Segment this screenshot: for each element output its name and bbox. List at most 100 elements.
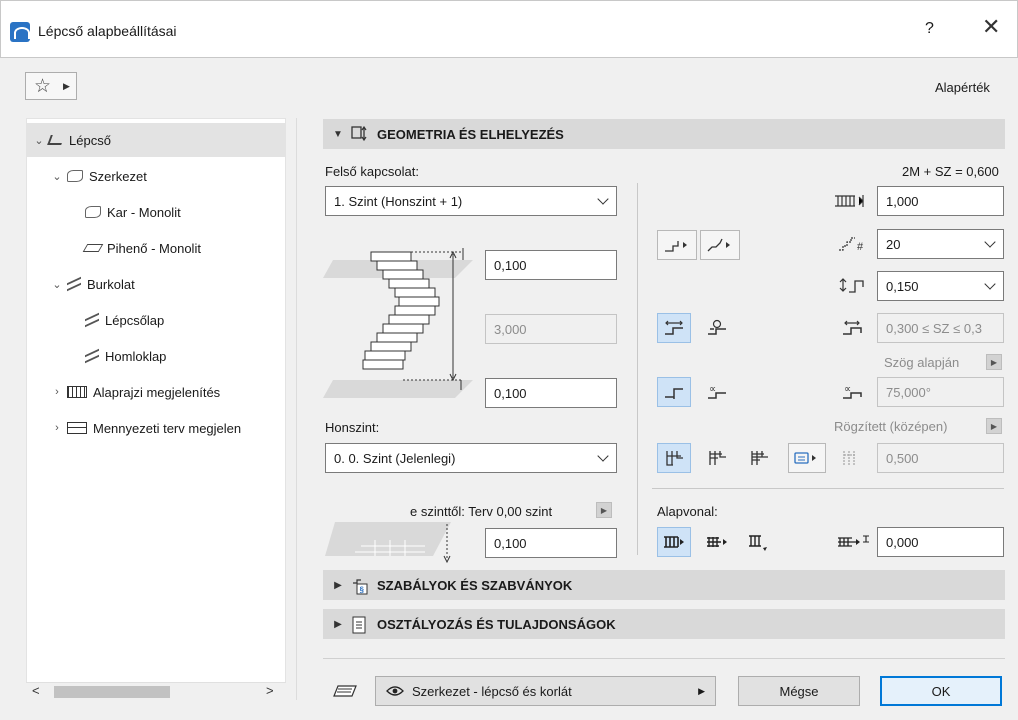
angle-basis-menu-button[interactable]: ▶ xyxy=(986,354,1002,370)
lock-angle-button[interactable] xyxy=(700,313,734,343)
ok-button[interactable]: OK xyxy=(880,676,1002,706)
rules-section-header[interactable]: ▶ § SZABÁLYOK ÉS SZABVÁNYOK xyxy=(323,570,1005,600)
angle-basis-label: Szög alapján xyxy=(884,355,960,370)
svg-text:#: # xyxy=(857,241,864,253)
layer-select-button[interactable]: Szerkezet - lépcső és korlát ▶ xyxy=(375,676,716,706)
stair-type-button[interactable] xyxy=(657,230,697,260)
tree-item-flight[interactable]: Kar - Monolit xyxy=(27,195,285,229)
fixed-going-button[interactable] xyxy=(657,377,691,407)
svg-text:§: § xyxy=(360,586,365,595)
triangle-right-icon: ▶ xyxy=(63,81,70,91)
select-value: 20 xyxy=(886,236,901,252)
chevron-down-icon xyxy=(597,193,609,205)
tree-item-label: Alaprajzi megjelenítés xyxy=(93,384,221,400)
flight-icon xyxy=(85,206,101,218)
fixed-center-label: Rögzített (középen) xyxy=(834,419,948,434)
top-offset-input[interactable]: 0,100 xyxy=(485,250,617,280)
document-icon xyxy=(351,616,369,634)
default-label: Alapérték xyxy=(935,80,990,95)
angle-icon: ∝ xyxy=(832,377,872,407)
tread-depth-input: 0,300 ≤ SZ ≤ 0,3 xyxy=(877,313,1004,343)
fixed-angle-button[interactable]: ∝ xyxy=(700,377,734,407)
scroll-thumb[interactable] xyxy=(54,686,170,698)
baseline-label: Alapvonal: xyxy=(657,504,718,519)
tree-item-structure[interactable]: ⌄ Szerkezet xyxy=(27,159,285,193)
star-icon: ☆ xyxy=(34,76,52,97)
tree-item-label: Burkolat xyxy=(87,276,135,292)
baseline-divider xyxy=(652,488,1004,489)
baseline-left-button[interactable] xyxy=(657,527,691,557)
close-button[interactable]: ✕ xyxy=(982,14,1000,40)
classification-section-header[interactable]: ▶ OSZTÁLYOZÁS ÉS TULAJDONSÁGOK xyxy=(323,609,1005,639)
cancel-button[interactable]: Mégse xyxy=(738,676,860,706)
floorplan-icon xyxy=(67,386,87,398)
width-icon xyxy=(828,186,872,216)
rule-formula-label: 2M + SZ = 0,600 xyxy=(902,164,999,179)
tree-item-tread[interactable]: Lépcsőlap xyxy=(27,303,285,337)
riser-height-select[interactable]: 0,150 xyxy=(877,271,1004,301)
tree-item-label: Lépcsőlap xyxy=(105,312,165,328)
stair-section-illustration xyxy=(323,248,473,398)
stair-shape-button[interactable] xyxy=(700,230,740,260)
chevron-down-icon[interactable]: ⌄ xyxy=(33,134,45,147)
structure-icon xyxy=(67,170,83,182)
bottom-offset-input[interactable]: 0,100 xyxy=(485,378,617,408)
chevron-down-icon[interactable]: ⌄ xyxy=(51,278,63,291)
walkline-options-button[interactable] xyxy=(788,443,826,473)
home-story-label: Honszint: xyxy=(325,420,380,435)
chevron-right-icon[interactable]: › xyxy=(51,422,63,434)
footer-divider xyxy=(323,658,1005,659)
fixed-center-menu-button[interactable]: ▶ xyxy=(986,418,1002,434)
column-divider xyxy=(637,183,638,555)
scroll-right-icon[interactable]: > xyxy=(266,683,274,698)
section-title: GEOMETRIA ÉS ELHELYEZÉS xyxy=(377,126,564,142)
walkline-offset-input: 0,500 xyxy=(877,443,1004,473)
tree-item-floorplan[interactable]: › Alaprajzi megjelenítés xyxy=(27,375,285,409)
walkline-left-button[interactable] xyxy=(657,443,691,473)
riser-count-select[interactable]: 20 xyxy=(877,229,1004,259)
triangle-right-icon: ▶ xyxy=(334,618,342,630)
stair-width-input[interactable]: 1,000 xyxy=(877,186,1004,216)
chevron-down-icon xyxy=(984,278,996,290)
home-story-select[interactable]: 0. 0. Szint (Jelenlegi) xyxy=(325,443,617,473)
tree-item-stair[interactable]: ⌄ Lépcső xyxy=(27,123,285,157)
select-value: 0. 0. Szint (Jelenlegi) xyxy=(334,450,456,466)
tree-item-label: Lépcső xyxy=(69,132,111,148)
tree-item-label: Mennyezeti terv megjelen xyxy=(93,420,242,436)
angle-input: 75,000° xyxy=(877,377,1004,407)
tree-horizontal-scrollbar[interactable]: < > xyxy=(26,682,286,700)
panel-splitter[interactable] xyxy=(296,118,297,700)
tree-item-landing[interactable]: Pihenő - Monolit xyxy=(27,231,285,265)
finish-icon xyxy=(67,276,81,292)
favorites-button[interactable]: ☆ ▶ xyxy=(25,72,77,100)
tree-item-finish[interactable]: ⌄ Burkolat xyxy=(27,267,285,301)
from-story-offset-input[interactable]: 0,100 xyxy=(485,528,617,558)
settings-tree: ⌄ Lépcső ⌄ Szerkezet Kar - Monolit Pihen… xyxy=(26,118,286,700)
walkline-right-button[interactable] xyxy=(742,443,776,473)
landing-icon xyxy=(82,244,104,252)
top-link-select[interactable]: 1. Szint (Honszint + 1) xyxy=(325,186,617,216)
tread-icon xyxy=(85,312,99,328)
tree-item-label: Kar - Monolit xyxy=(107,204,181,220)
tread-depth-icon xyxy=(832,313,872,343)
scroll-left-icon[interactable]: < xyxy=(32,683,40,698)
chevron-down-icon[interactable]: ⌄ xyxy=(51,170,63,183)
baseline-offset-input[interactable]: 0,000 xyxy=(877,527,1004,557)
chevron-right-icon[interactable]: › xyxy=(51,386,63,398)
section-title: OSZTÁLYOZÁS ÉS TULAJDONSÁGOK xyxy=(377,616,616,632)
walkline-center-button[interactable] xyxy=(700,443,734,473)
help-button[interactable]: ? xyxy=(925,20,934,38)
geometry-icon xyxy=(351,125,369,142)
baseline-right-button[interactable] xyxy=(742,527,776,557)
tree-item-riser[interactable]: Homloklap xyxy=(27,339,285,373)
from-story-menu-button[interactable]: ▶ xyxy=(596,502,612,518)
geometry-section-header[interactable]: ▼ GEOMETRIA ÉS ELHELYEZÉS xyxy=(323,119,1005,149)
triangle-right-icon: ▶ xyxy=(334,579,342,591)
tree-item-label: Pihenő - Monolit xyxy=(107,240,201,256)
rules-icon: § xyxy=(351,577,369,595)
story-offset-illustration xyxy=(325,522,451,564)
tree-item-ceiling[interactable]: › Mennyezeti terv megjelen xyxy=(27,411,285,445)
baseline-center-button[interactable] xyxy=(700,527,734,557)
lock-going-button[interactable] xyxy=(657,313,691,343)
eye-icon xyxy=(386,685,404,697)
